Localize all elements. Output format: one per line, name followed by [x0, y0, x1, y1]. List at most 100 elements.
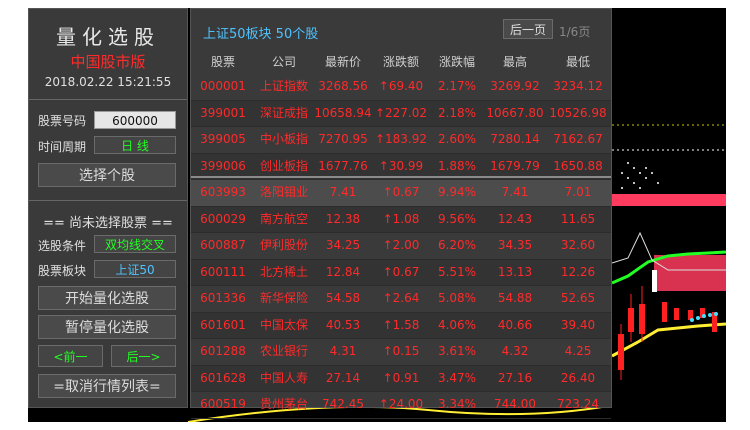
change-cell: ↑0.67 — [382, 185, 420, 199]
column-header-company[interactable]: 公司 — [255, 51, 313, 73]
high-cell: 744.00 — [494, 397, 536, 411]
table-row[interactable]: 600029 南方航空 12.38 ↑1.08 9.56% 12.43 11.65 — [191, 206, 611, 233]
company-cell: 伊利股份 — [259, 238, 308, 252]
company-cell: 北方稀土 — [259, 264, 308, 279]
high-cell: 4.32 — [501, 344, 529, 358]
change-cell: ↑0.67 — [382, 264, 420, 279]
condition-selector[interactable]: 双均线交叉 — [94, 235, 176, 253]
period-label: 时间周期 — [38, 140, 87, 154]
company-cell: 贵州茅台 — [259, 397, 308, 411]
price-cell: 7.41 — [329, 185, 357, 199]
table-row[interactable]: 601336 新华保险 54.58 ↑2.64 5.08% 54.88 52.65 — [191, 286, 611, 313]
low-cell: 723.24 — [557, 397, 599, 411]
change-pct-cell: 4.06% — [437, 317, 477, 332]
low-cell: 11.65 — [560, 211, 596, 226]
start-selection-button[interactable]: 开始量化选股 — [38, 286, 176, 310]
column-header-code[interactable]: 股票 — [191, 51, 255, 73]
price-cell: 3268.56 — [318, 79, 368, 93]
change-pct-cell: 2.18% — [437, 105, 477, 120]
price-cell: 40.53 — [325, 317, 361, 332]
table-row[interactable]: 399001 深证成指 10658.94 ↑227.02 2.18% 10667.80 10… — [191, 100, 611, 127]
change-cell: ↑2.00 — [382, 238, 420, 252]
change-cell: ↑1.58 — [382, 317, 420, 332]
change-pct-cell: 3.34% — [437, 397, 477, 411]
change-cell: ↑227.02 — [374, 105, 428, 120]
price-cell: 27.14 — [325, 370, 361, 385]
table-row[interactable]: 399005 中小板指 7270.95 ↑183.92 2.60% 7280.14 7162… — [191, 127, 611, 154]
change-pct-cell: 3.61% — [437, 344, 477, 358]
price-cell: 4.31 — [329, 344, 357, 358]
column-header-low[interactable]: 最低 — [545, 51, 611, 73]
price-cell: 12.38 — [325, 211, 361, 226]
table-row[interactable]: 601288 农业银行 4.31 ↑0.15 3.61% 4.32 4.25 — [191, 339, 611, 366]
company-cell: 深证成指 — [259, 105, 308, 120]
table-row[interactable]: 000001 上证指数 3268.56 ↑69.40 2.17% 3269.92 3234.… — [191, 74, 611, 101]
high-cell: 27.16 — [497, 370, 533, 385]
select-stock-button[interactable]: 选择个股 — [38, 163, 176, 187]
column-header-high[interactable]: 最高 — [485, 51, 545, 73]
prev-button[interactable]: <前一 — [38, 345, 103, 367]
company-cell: 上证指数 — [259, 79, 308, 93]
stock-code-cell: 601336 — [200, 291, 246, 305]
low-cell: 7.01 — [564, 185, 592, 199]
high-cell: 13.13 — [497, 264, 533, 279]
sector-label: 股票板块 — [38, 264, 87, 278]
divider — [29, 99, 187, 100]
stock-code-input[interactable]: 600000 — [94, 111, 176, 129]
low-cell: 4.25 — [564, 344, 592, 358]
change-cell: ↑0.15 — [382, 344, 420, 358]
stock-code-cell: 600029 — [200, 211, 246, 226]
change-cell: ↑0.91 — [382, 370, 420, 385]
stock-code-cell: 600519 — [200, 397, 246, 411]
app-title: 量化选股 — [56, 25, 160, 49]
table-row[interactable]: 600519 贵州茅台 742.45 ↑24.00 3.34% 744.00 723.24 — [191, 392, 611, 419]
sector-selector[interactable]: 上证50 — [94, 260, 176, 278]
stock-list-panel: 上证50板块 50个股 后一页 1/6页 股票 公司 最新价 涨跌额 涨跌幅 最… — [190, 8, 612, 419]
cancel-quote-list-button[interactable]: =取消行情列表= — [38, 374, 176, 398]
change-pct-cell: 2.60% — [437, 132, 477, 146]
high-cell: 54.88 — [497, 291, 533, 305]
next-button[interactable]: 后一> — [111, 345, 176, 367]
change-pct-cell: 5.08% — [437, 291, 477, 305]
next-page-button[interactable]: 后一页 — [503, 19, 553, 39]
price-cell: 12.84 — [325, 264, 361, 279]
divider — [29, 200, 187, 201]
stock-code-cell: 601628 — [200, 370, 246, 385]
change-cell: ↑69.40 — [378, 79, 424, 93]
period-selector[interactable]: 日 线 — [94, 136, 176, 154]
stock-table-body: 000001 上证指数 3268.56 ↑69.40 2.17% 3269.92 3234.… — [191, 74, 611, 419]
stock-code-cell: 603993 — [200, 185, 246, 199]
company-cell: 中国人寿 — [259, 370, 308, 385]
column-header-price[interactable]: 最新价 — [313, 51, 373, 73]
high-cell: 3269.92 — [490, 79, 540, 93]
change-pct-cell: 9.56% — [437, 211, 477, 226]
status-text: == 尚未选择股票 == — [43, 216, 173, 231]
condition-label: 选股条件 — [38, 239, 87, 253]
stock-code-cell: 600111 — [200, 264, 246, 279]
table-header: 股票 公司 最新价 涨跌额 涨跌幅 最高 最低 — [191, 51, 611, 73]
table-row[interactable]: 601601 中国太保 40.53 ↑1.58 4.06% 40.66 39.40 — [191, 312, 611, 339]
control-panel: 量化选股 中国股市版 2018.02.22 15:21:55 股票号码 6000… — [28, 8, 188, 408]
company-cell: 南方航空 — [259, 211, 308, 226]
high-cell: 10667.80 — [486, 105, 544, 120]
change-pct-cell: 9.94% — [437, 185, 477, 199]
company-cell: 中国太保 — [259, 317, 308, 332]
table-row[interactable]: 600887 伊利股份 34.25 ↑2.00 6.20% 34.35 32.60 — [191, 233, 611, 260]
company-cell: 农业银行 — [259, 344, 308, 358]
high-cell: 7.41 — [501, 185, 529, 199]
table-row[interactable]: 603993 洛阳钼业 7.41 ↑0.67 9.94% 7.41 7.01 — [191, 180, 611, 207]
company-cell: 中小板指 — [259, 132, 308, 146]
column-header-change-pct[interactable]: 涨跌幅 — [429, 51, 485, 73]
pause-selection-button[interactable]: 暂停量化选股 — [38, 315, 176, 339]
change-cell: ↑1.08 — [382, 211, 420, 226]
company-cell: 新华保险 — [259, 291, 308, 305]
column-header-change[interactable]: 涨跌额 — [373, 51, 429, 73]
change-pct-cell: 3.47% — [437, 370, 477, 385]
low-cell: 39.40 — [560, 317, 596, 332]
change-pct-cell: 5.51% — [437, 264, 477, 279]
datetime-display: 2018.02.22 15:21:55 — [44, 75, 172, 89]
low-cell: 12.26 — [560, 264, 596, 279]
table-row[interactable]: 601628 中国人寿 27.14 ↑0.91 3.47% 27.16 26.40 — [191, 365, 611, 392]
table-row[interactable]: 600111 北方稀土 12.84 ↑0.67 5.51% 13.13 12.26 — [191, 259, 611, 286]
stock-code-cell: 601288 — [200, 344, 246, 358]
